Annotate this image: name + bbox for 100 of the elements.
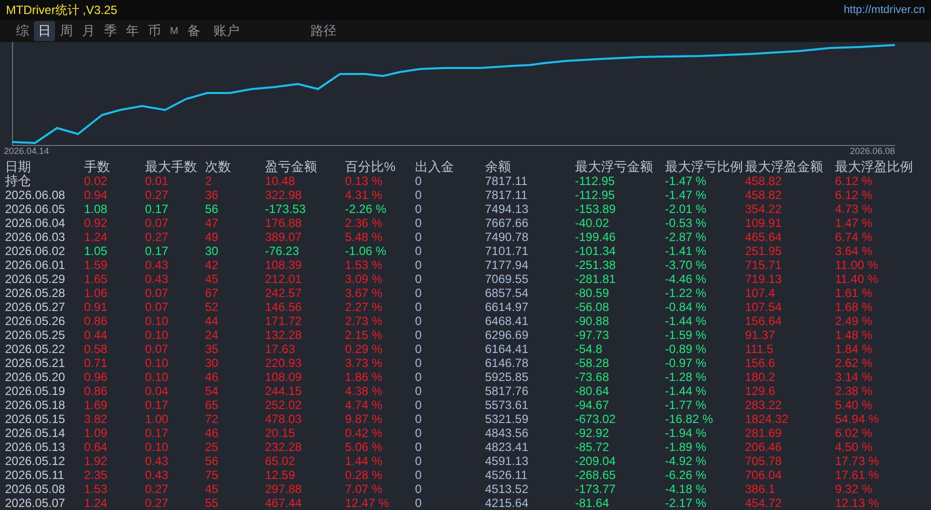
table-cell-text: -6.26 % bbox=[665, 468, 708, 482]
table-cell-text: 6468.41 bbox=[485, 314, 530, 328]
table-cell-text: 3.82 bbox=[84, 412, 108, 426]
table-cell-text: 0 bbox=[415, 482, 423, 496]
table-cell-text: 0.10 bbox=[145, 328, 170, 342]
table-cell-text: -0.84 % bbox=[665, 300, 708, 314]
table-cell-text: 252.02 bbox=[265, 398, 303, 412]
table-cell-text: 1.24 bbox=[84, 496, 108, 510]
website-link[interactable]: http://mtdriver.cn bbox=[844, 4, 925, 16]
end-date-label: 2026.06.08 bbox=[850, 146, 895, 156]
tab[interactable]: 综 bbox=[12, 21, 33, 41]
table-cell-text: -73.68 bbox=[575, 370, 610, 384]
table-cell-text: 0.17 bbox=[145, 202, 170, 216]
table-cell-text: -1.41 % bbox=[665, 244, 708, 258]
table-cell-text: 0.58 bbox=[84, 342, 108, 356]
table-cell-text: 0.44 bbox=[84, 328, 108, 342]
tab[interactable]: 年 bbox=[122, 21, 143, 41]
table-cell-text: 0 bbox=[415, 258, 423, 272]
table-cell-text: 1.68 % bbox=[835, 300, 874, 314]
table-cell-text: 1824.32 bbox=[745, 412, 790, 426]
table-cell-text: 2026.05.18 bbox=[5, 398, 66, 412]
table-cell-text: -16.82 % bbox=[665, 412, 714, 426]
table-cell-text: 17.63 bbox=[265, 342, 296, 356]
column-header: 最大浮亏比例 bbox=[665, 160, 744, 174]
table-cell-text: -4.18 % bbox=[665, 482, 708, 496]
table-cell-text: 7494.13 bbox=[485, 202, 530, 216]
tab[interactable]: 备 bbox=[183, 21, 204, 41]
table-cell-text: -2.01 % bbox=[665, 202, 708, 216]
table-cell-text: 0.07 bbox=[145, 300, 170, 314]
column-header: 最大手数 bbox=[145, 160, 198, 174]
table-cell-text: -199.46 bbox=[575, 230, 617, 244]
table-cell-text: 49 bbox=[205, 230, 220, 244]
table-cell-text: 11.00 % bbox=[835, 258, 880, 272]
table-cell-text: 0.10 bbox=[145, 440, 170, 454]
tab[interactable]: 周 bbox=[56, 21, 77, 41]
table-cell-text: 2026.05.07 bbox=[5, 496, 66, 510]
table-cell-text: -92.92 bbox=[575, 426, 610, 440]
table-cell-text: 706.04 bbox=[745, 468, 783, 482]
table-cell-text: -1.44 % bbox=[665, 314, 708, 328]
table-cell-text: 5321.59 bbox=[485, 412, 530, 426]
table-cell-text: -85.72 bbox=[575, 440, 610, 454]
table-cell-text: -1.89 % bbox=[665, 440, 708, 454]
table-cell-text: 0.29 % bbox=[345, 342, 384, 356]
table-cell-text: -209.04 bbox=[575, 454, 617, 468]
table-cell-text: -1.77 % bbox=[665, 398, 708, 412]
table-cell-text: -1.28 % bbox=[665, 370, 708, 384]
table-cell-text: 2026.05.14 bbox=[5, 426, 66, 440]
tab[interactable]: M bbox=[166, 24, 182, 38]
table-cell-text: -81.64 bbox=[575, 496, 610, 510]
table-cell-text: 108.09 bbox=[265, 370, 303, 384]
table-cell-text: 1.69 bbox=[84, 398, 108, 412]
tab[interactable]: 日 bbox=[34, 21, 55, 41]
table-cell-text: -2.17 % bbox=[665, 496, 708, 510]
table-cell-text: 244.15 bbox=[265, 384, 303, 398]
table-cell-text: 91.37 bbox=[745, 328, 776, 342]
tab[interactable]: 币 bbox=[144, 21, 165, 41]
table-cell-text: 2.27 % bbox=[345, 300, 384, 314]
table-cell-text: 2026.05.20 bbox=[5, 370, 66, 384]
table-cell-text: 17.61 % bbox=[835, 468, 880, 482]
tab[interactable]: 账户 bbox=[209, 21, 244, 41]
table-cell-text: 0.04 bbox=[145, 384, 170, 398]
table-cell-text: 46 bbox=[205, 426, 220, 440]
table-cell-text: 2026.06.03 bbox=[5, 230, 66, 244]
table-cell-text: 2026.05.21 bbox=[5, 356, 66, 370]
column-header: 次数 bbox=[205, 160, 232, 174]
tab[interactable]: 路径 bbox=[306, 21, 340, 41]
table-cell-text: 0.86 bbox=[84, 384, 108, 398]
table-cell-text: -90.88 bbox=[575, 314, 610, 328]
table-cell-text: 6146.78 bbox=[485, 356, 530, 370]
table-cell-text: 146.56 bbox=[265, 300, 303, 314]
table-cell-text: 6.12 % bbox=[835, 188, 874, 202]
table-cell-text: 4526.11 bbox=[485, 468, 528, 482]
window-title: MTDriver统计 ,V3.25 bbox=[6, 2, 118, 18]
table-cell-text: 10.48 bbox=[265, 174, 296, 188]
table-cell-text: 0 bbox=[415, 216, 423, 230]
table-cell-text: 1.53 bbox=[84, 482, 108, 496]
table-cell-text: 72 bbox=[205, 412, 220, 426]
table-cell-text: 1.84 % bbox=[835, 342, 874, 356]
table-cell-text: -1.47 % bbox=[665, 188, 708, 202]
tab[interactable]: 季 bbox=[100, 21, 121, 41]
table-cell-text: 3.67 % bbox=[345, 286, 384, 300]
table-cell-text: 108.39 bbox=[265, 258, 303, 272]
table-cell-text: 2026.06.04 bbox=[5, 216, 66, 230]
table-cell-text: 0.07 bbox=[145, 286, 170, 300]
table-cell-text: 1.00 bbox=[145, 412, 170, 426]
table-cell-text: 4843.56 bbox=[485, 426, 530, 440]
table-cell-text: 206.46 bbox=[745, 440, 783, 454]
table-cell-text: 0 bbox=[415, 398, 423, 412]
table-cell-text: 2.49 % bbox=[835, 314, 874, 328]
table-cell-text: -0.97 % bbox=[665, 356, 708, 370]
table-cell-text: 2 bbox=[205, 174, 213, 188]
table-cell-text: -54.8 bbox=[575, 342, 604, 356]
table-cell-text: 232.28 bbox=[265, 440, 303, 454]
table-cell-text: 2026.06.01 bbox=[5, 258, 66, 272]
table-cell-text: 4.73 % bbox=[835, 202, 874, 216]
column-header: 最大浮亏金额 bbox=[575, 160, 654, 174]
tab[interactable]: 月 bbox=[78, 21, 99, 41]
table-cell-text: 0 bbox=[415, 314, 423, 328]
table-cell-text: 3.09 % bbox=[345, 272, 384, 286]
table-cell-text: 1.65 bbox=[84, 272, 108, 286]
